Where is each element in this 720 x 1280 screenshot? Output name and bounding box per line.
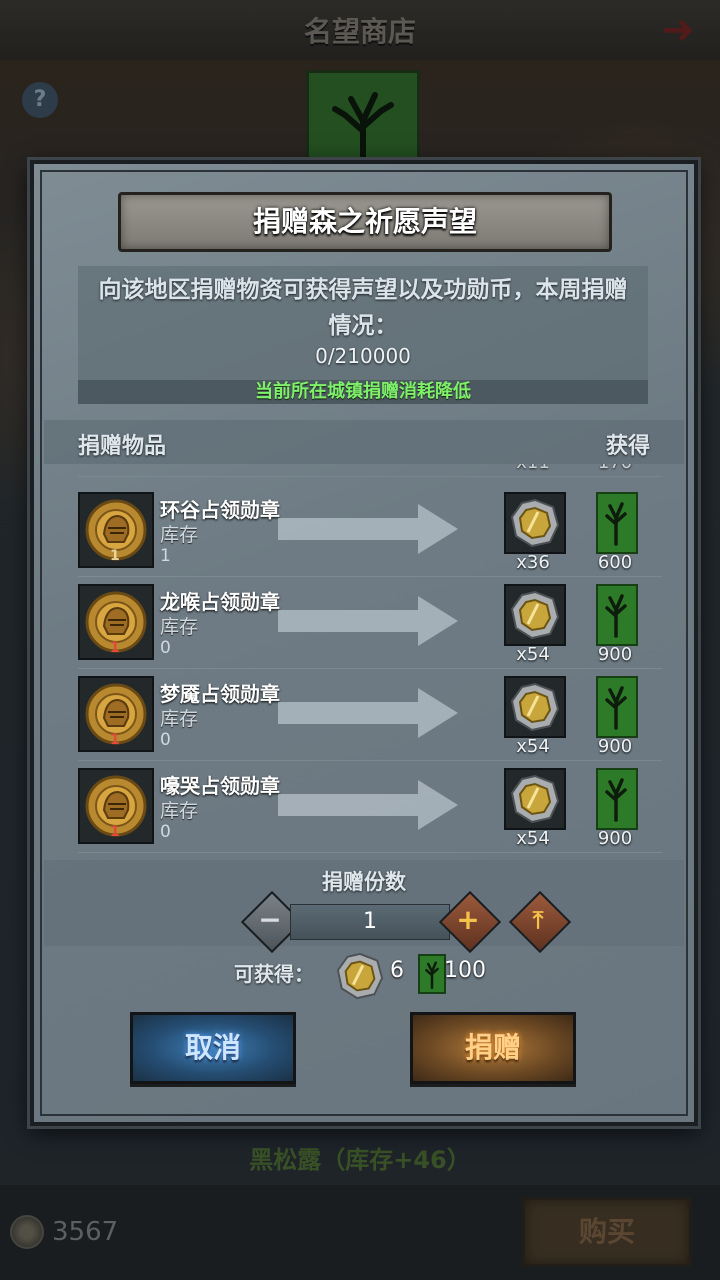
merit-coin-icon — [504, 584, 566, 646]
yield-reputation: 100 — [444, 958, 486, 983]
column-reward: 获得 — [605, 434, 650, 459]
list-item[interactable]: 1 梦魇占领勋章 库存 0 x54 900 — [78, 672, 662, 761]
row-stock-label: 库存 — [160, 708, 199, 730]
tree-banner-icon — [596, 584, 638, 646]
row-stock: 0 — [160, 638, 171, 658]
row-name: 梦魇占领勋章 — [160, 682, 280, 706]
medal-count-badge: 1 — [110, 640, 120, 656]
right-arrow-icon — [278, 504, 458, 554]
row-stock-label: 库存 — [160, 800, 199, 822]
minus-icon[interactable]: − — [248, 898, 292, 942]
row-stock-label: 库存 — [160, 524, 199, 546]
row-coin-qty: x11 — [496, 464, 570, 473]
dialog-header: 捐赠森之祈愿声望 — [118, 192, 612, 252]
weekly-progress: 0/210000 — [315, 344, 411, 368]
donate-button[interactable]: 捐赠 — [410, 1012, 576, 1084]
medal-icon: 1 — [78, 676, 154, 752]
row-rep-qty: 900 — [597, 644, 633, 665]
right-arrow-icon — [278, 596, 458, 646]
row-coin-qty: x54 — [516, 736, 550, 757]
row-name: 嚎哭占领勋章 — [160, 774, 280, 798]
list-item[interactable]: 1 嚎哭占领勋章 库存 0 x54 900 — [78, 764, 662, 853]
list-item[interactable]: 1 环谷占领勋章 库存 1 x36 600 — [78, 488, 662, 577]
row-rep-qty: 600 — [597, 552, 633, 573]
list-item: 25192 x11 170 — [78, 464, 662, 477]
info-panel: 向该地区捐赠物资可获得声望以及功勋币，本周捐赠情况： 0/210000 当前所在… — [78, 266, 648, 404]
cancel-button[interactable]: 取消 — [130, 1012, 296, 1084]
row-stock: 0 — [160, 822, 171, 842]
yield-coins: 6 — [390, 958, 404, 983]
donation-dialog: 捐赠森之祈愿声望 向该地区捐赠物资可获得声望以及功勋币，本周捐赠情况： 0/21… — [30, 160, 698, 1126]
merit-coin-icon — [336, 952, 384, 1000]
list-item[interactable]: 1 龙喉占领勋章 库存 0 x54 900 — [78, 580, 662, 669]
quantity-label: 捐赠份数 — [322, 870, 406, 894]
row-name: 龙喉占领勋章 — [160, 590, 280, 614]
right-arrow-icon — [278, 688, 458, 738]
right-arrow-icon — [278, 780, 458, 830]
row-stock-label: 库存 — [160, 616, 199, 638]
row-rep-qty: 900 — [597, 828, 633, 849]
row-coin-qty: x54 — [516, 828, 550, 849]
tree-banner-icon — [596, 492, 638, 554]
dialog-title: 捐赠森之祈愿声望 — [252, 205, 477, 238]
medal-count-badge: 1 — [110, 824, 120, 840]
list-header: 捐赠物品 获得 — [44, 420, 684, 464]
plus-icon[interactable]: + — [446, 898, 490, 942]
max-icon[interactable]: ⤒ — [516, 898, 560, 942]
yield-row: 可获得： 6 100 — [34, 952, 694, 1000]
row-rep-qty: 900 — [597, 736, 633, 757]
medal-count-badge: 1 — [110, 548, 120, 564]
discount-note: 当前所在城镇捐赠消耗降低 — [78, 380, 648, 404]
row-stock: 25192 — [160, 464, 214, 466]
tree-banner-icon — [596, 768, 638, 830]
row-stock: 0 — [160, 730, 171, 750]
medal-icon: 1 — [78, 584, 154, 660]
tree-banner-icon — [418, 954, 446, 994]
yield-label: 可获得： — [234, 962, 314, 986]
merit-coin-icon — [504, 492, 566, 554]
row-coin-qty: x36 — [516, 552, 550, 573]
medal-icon: 1 — [78, 492, 154, 568]
donation-list[interactable]: 25192 x11 170 1 环谷占领勋章 库存 1 — [44, 464, 684, 856]
row-rep-qty: 170 — [578, 464, 652, 473]
merit-coin-icon — [504, 768, 566, 830]
merit-coin-icon — [504, 676, 566, 738]
tree-banner-icon — [596, 676, 638, 738]
row-stock: 1 — [160, 546, 171, 566]
quantity-input[interactable]: 1 — [290, 904, 450, 940]
medal-icon: 1 — [78, 768, 154, 844]
info-text: 向该地区捐赠物资可获得声望以及功勋币，本周捐赠情况： — [98, 277, 628, 339]
quantity-section: 捐赠份数 − 1 + ⤒ — [44, 860, 684, 954]
row-name: 环谷占领勋章 — [160, 498, 280, 522]
column-items: 捐赠物品 — [78, 434, 167, 459]
medal-count-badge: 1 — [110, 732, 120, 748]
row-coin-qty: x54 — [516, 644, 550, 665]
